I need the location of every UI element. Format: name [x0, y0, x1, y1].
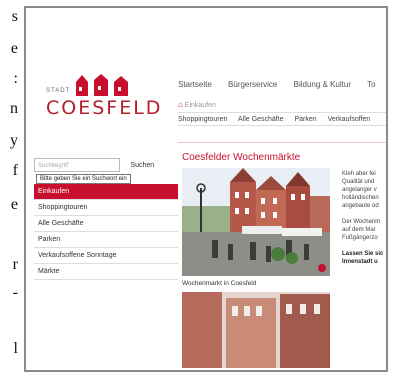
- margin-char: s: [11, 8, 18, 25]
- margin-char: e: [10, 196, 18, 213]
- nav-startseite[interactable]: Startseite: [178, 80, 212, 89]
- nav-bildung-kultur[interactable]: Bildung & Kultur: [294, 80, 351, 89]
- margin-char: y: [10, 132, 18, 149]
- photo-caption: Wochenmarkt in Coesfeld: [182, 280, 257, 287]
- second-photo: [182, 292, 330, 368]
- article-line: holländischen: [342, 195, 379, 201]
- breadcrumb-item[interactable]: Einkaufen: [185, 102, 216, 109]
- article-line: Qualität und: [342, 179, 375, 185]
- article-line: auf dem Mar: [342, 227, 376, 233]
- margin-char: l: [13, 340, 18, 357]
- margin-char: f: [12, 162, 18, 179]
- subnav-alle-geschaefte[interactable]: Alle Geschäfte: [238, 116, 284, 123]
- article-line: angelanger v: [342, 187, 377, 193]
- main-navigation: Startseite Bürgerservice Bildung & Kultu…: [178, 80, 386, 96]
- subnav-verkaufsoffen[interactable]: Verkaufsoffen: [328, 116, 371, 123]
- sidebar-item-verkaufsoffene-sonntage[interactable]: Verkaufsoffene Sonntage: [34, 248, 178, 264]
- screenshot-frame: STADT COESFELD Startseite Bürgerservice …: [24, 6, 388, 372]
- page-title: Coesfelder Wochenmärkte: [182, 152, 301, 163]
- article-line: [342, 210, 386, 218]
- market-photo: [182, 168, 330, 276]
- article-text: Kleh aber fei Qualität und angelanger v …: [342, 170, 386, 266]
- sidebar-item-shoppingtouren[interactable]: Shoppingtouren: [34, 200, 178, 216]
- sidebar-item-einkaufen[interactable]: Einkaufen: [34, 184, 178, 200]
- search-button[interactable]: Suchen: [130, 162, 154, 169]
- nav-buergerservice[interactable]: Bürgerservice: [228, 80, 277, 89]
- article-line: [342, 242, 386, 250]
- article-line: angebaute od: [342, 203, 379, 209]
- divider: [178, 142, 386, 143]
- subnav-parken[interactable]: Parken: [294, 116, 316, 123]
- subnav-shoppingtouren[interactable]: Shoppingtouren: [178, 116, 227, 123]
- search-area: Suchbegriff Suchen: [34, 154, 154, 172]
- margin-char: n: [10, 100, 18, 117]
- margin-char: -: [12, 284, 18, 301]
- left-margin-text: s e : n y f e r - l: [0, 0, 22, 378]
- article-line: Kleh aber fei: [342, 171, 376, 177]
- site-logo[interactable]: STADT COESFELD: [44, 74, 174, 124]
- margin-char: r: [12, 256, 18, 273]
- sidebar-item-maerkte[interactable]: Märkte: [34, 264, 178, 280]
- nav-tourismus[interactable]: To: [367, 80, 375, 89]
- search-input[interactable]: Suchbegriff: [34, 158, 120, 172]
- sidebar-item-alle-geschaefte[interactable]: Alle Geschäfte: [34, 216, 178, 232]
- home-icon[interactable]: ⌂: [178, 100, 183, 109]
- sidebar-menu: Einkaufen Shoppingtouren Alle Geschäfte …: [34, 184, 178, 280]
- article-line: Innenstadt u: [342, 259, 378, 265]
- logo-buildings-icon: [76, 74, 128, 96]
- sidebar-item-parken[interactable]: Parken: [34, 232, 178, 248]
- right-margin: [388, 0, 399, 378]
- article-line: Fußgängerzo: [342, 235, 378, 241]
- breadcrumb: ⌂ Einkaufen: [178, 100, 216, 109]
- margin-char: :: [13, 70, 18, 87]
- margin-char: e: [10, 40, 18, 57]
- article-line: Lassen Sie sic: [342, 251, 384, 257]
- logo-stadt-text: STADT: [46, 88, 71, 94]
- sub-navigation: Shoppingtouren Alle Geschäfte Parken Ver…: [178, 112, 386, 126]
- logo-name-text: COESFELD: [46, 97, 163, 119]
- article-line: Der Wochenm: [342, 219, 381, 225]
- search-tooltip: Bitte geben Sie ein Suchwort ein: [36, 174, 131, 184]
